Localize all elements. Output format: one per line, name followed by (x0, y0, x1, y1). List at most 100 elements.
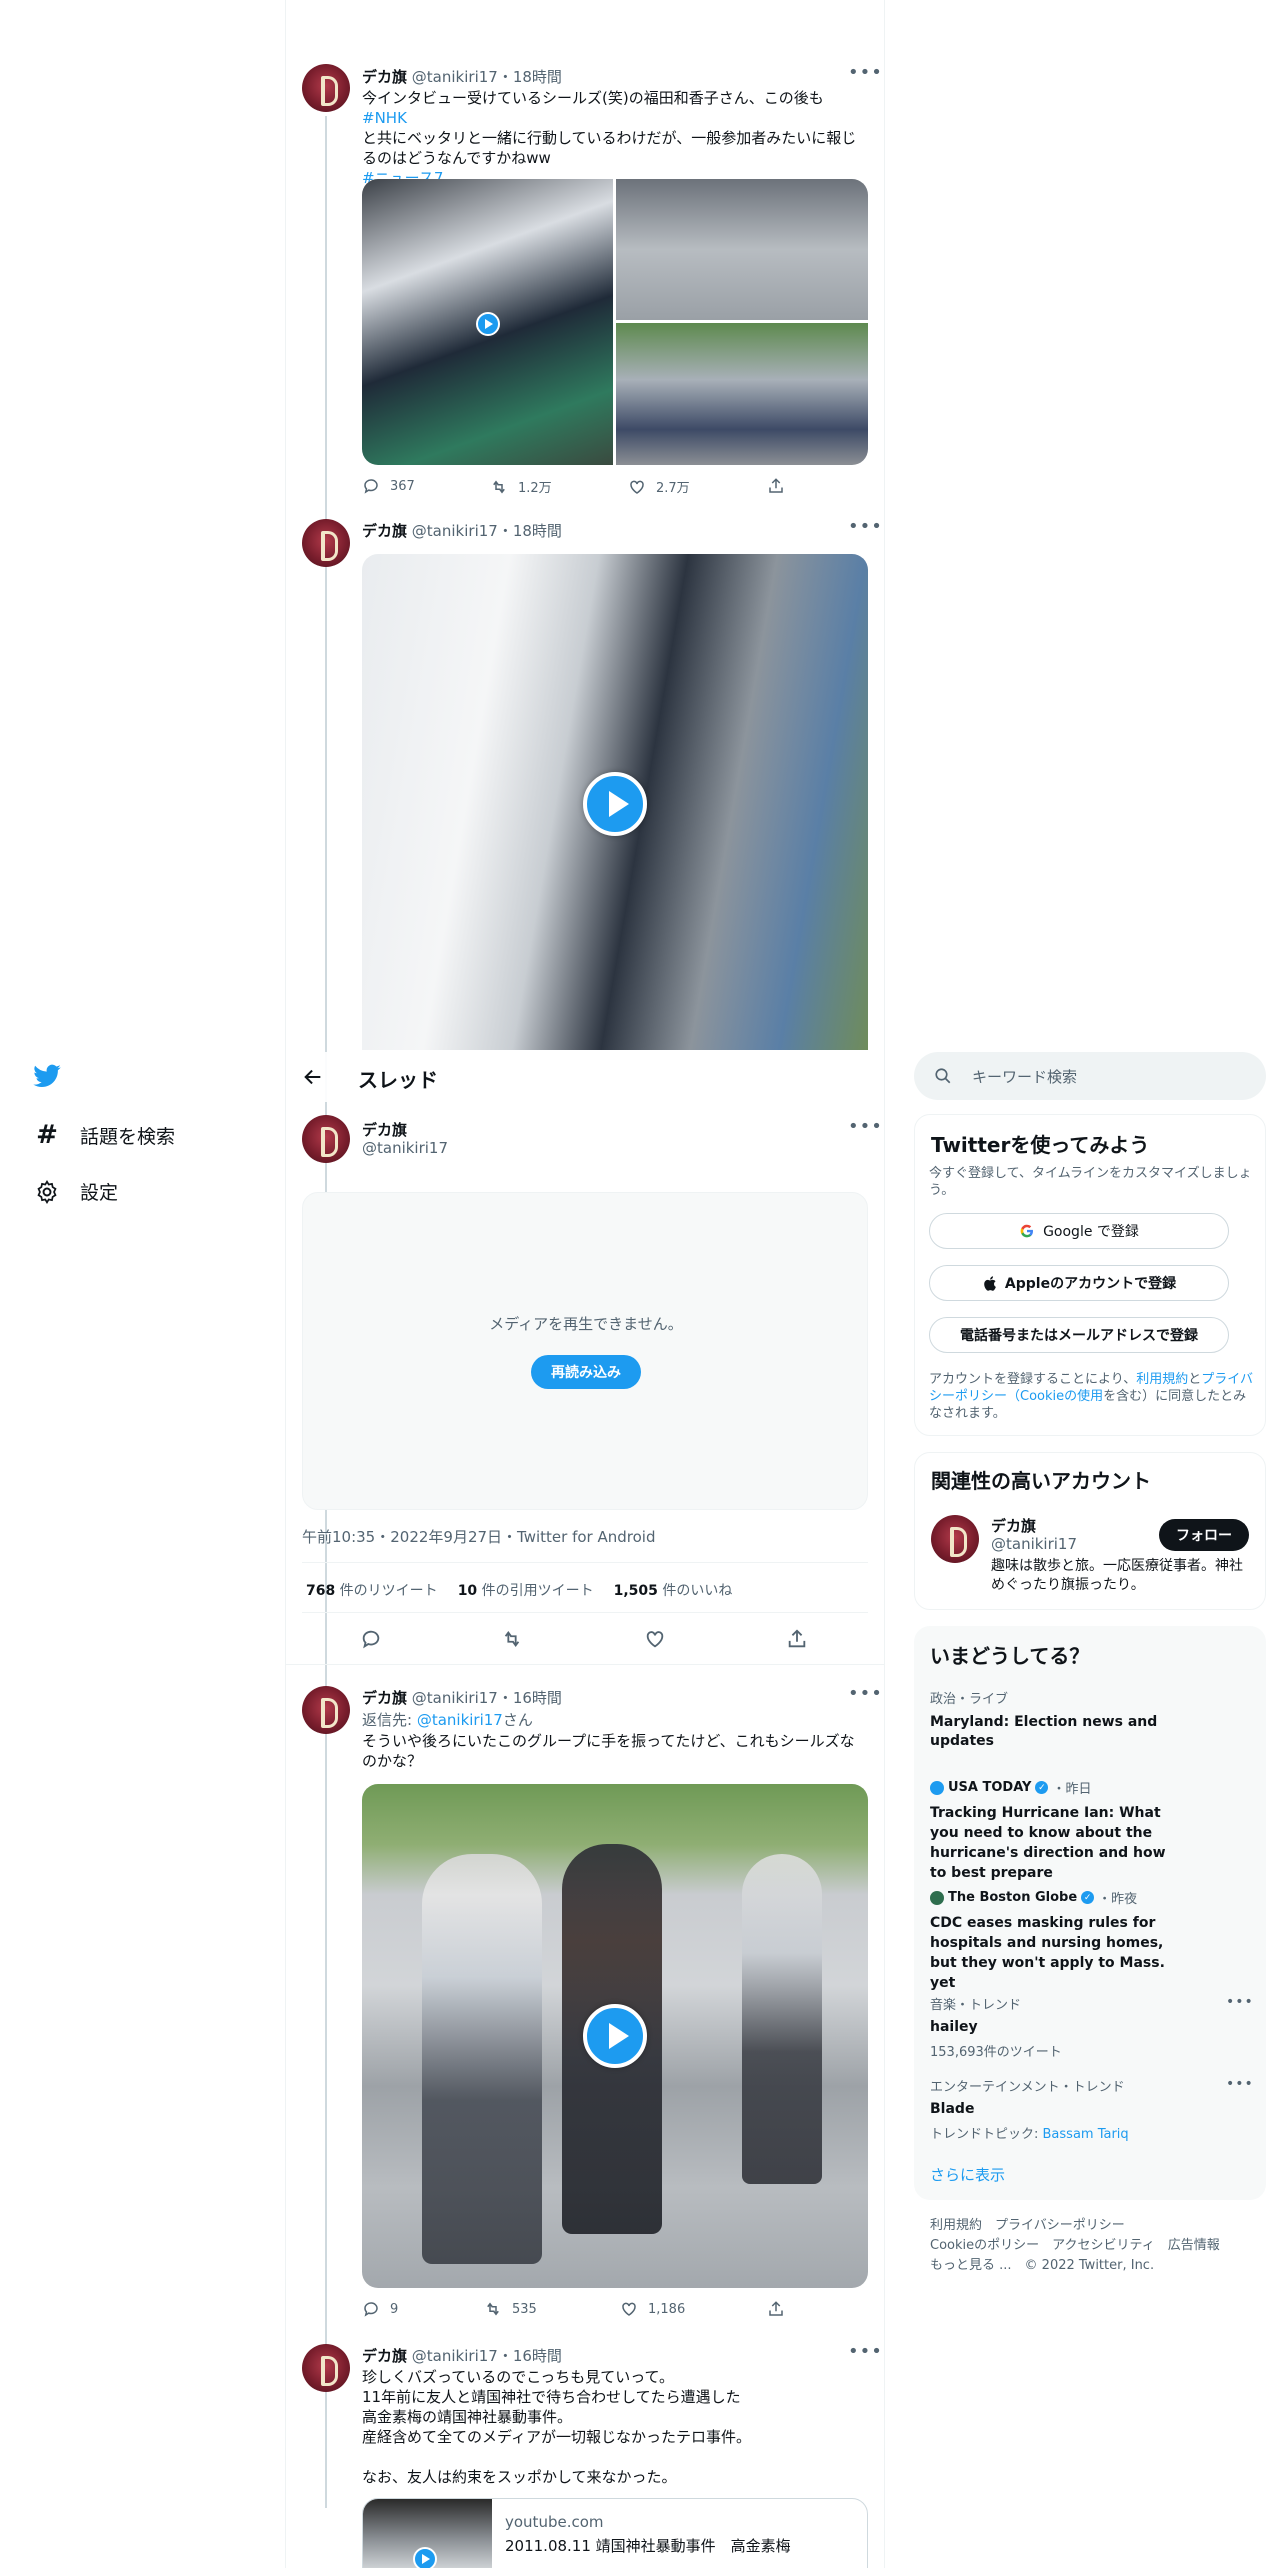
quote-stat[interactable]: 10 件の引用ツイート (458, 1580, 594, 1600)
reload-button[interactable]: 再読み込み (531, 1355, 641, 1389)
author-name[interactable]: デカ旗 (362, 1119, 407, 1140)
avatar[interactable] (302, 1115, 350, 1163)
back-arrow-icon[interactable] (302, 1066, 324, 1088)
more-icon[interactable]: ••• (848, 62, 883, 83)
nav-settings[interactable]: 設定 (34, 1178, 118, 1205)
author-handle[interactable]: @tanikiri17 (362, 1139, 448, 1157)
search-placeholder: キーワード検索 (972, 1068, 1078, 1086)
search-input[interactable]: キーワード検索 (914, 1052, 1266, 1100)
share-button[interactable] (767, 2300, 785, 2318)
tweet-text: 今インタビュー受けているシールズ(笑)の福田和香子さん、この後も #NHK と共… (362, 88, 870, 188)
author-handle[interactable]: @tanikiri17 (412, 1689, 498, 1707)
account-handle[interactable]: @tanikiri17 (991, 1535, 1077, 1553)
media-thumb-3[interactable] (616, 323, 868, 465)
author-name[interactable]: デカ旗 (362, 2347, 407, 2365)
tweet-header: デカ旗 @tanikiri17・16時間 (362, 1687, 562, 1708)
footer-link[interactable]: プライバシーポリシー (995, 2218, 1125, 2233)
phone-email-signup-button[interactable]: 電話番号またはメールアドレスで登録 (929, 1317, 1229, 1353)
terms-link[interactable]: 利用規約 (1136, 1372, 1188, 1387)
trend-item[interactable]: 音楽・トレンド hailey 153,693件のツイート (930, 1994, 1250, 2060)
nav-explore[interactable]: # 話題を検索 (34, 1120, 175, 1150)
footer-link[interactable]: Cookieのポリシー (930, 2238, 1039, 2253)
share-icon[interactable] (786, 1628, 808, 1650)
more-icon[interactable]: ••• (1226, 2076, 1254, 2092)
reply-button[interactable]: 367 (362, 477, 415, 495)
like-icon[interactable] (644, 1628, 666, 1650)
hashtag-icon: # (36, 1120, 58, 1150)
like-button[interactable]: 2.7万 (628, 477, 690, 496)
page-title: スレッド (358, 1068, 438, 1092)
trend-item[interactable]: エンターテインメント・トレンド Blade トレンドトピック: Bassam T… (930, 2076, 1250, 2142)
avatar[interactable] (302, 2344, 350, 2392)
author-handle[interactable]: @tanikiri17 (412, 2347, 498, 2365)
reply-icon[interactable] (360, 1628, 382, 1650)
avatar[interactable] (931, 1515, 979, 1563)
reply-button[interactable]: 9 (362, 2300, 398, 2318)
more-icon[interactable]: ••• (848, 516, 883, 537)
tweet-video[interactable] (362, 1784, 868, 2288)
account-name[interactable]: デカ旗 (991, 1515, 1036, 1536)
play-icon[interactable] (413, 2547, 437, 2568)
link-card-domain: youtube.com (505, 2513, 604, 2531)
search-icon (935, 1068, 951, 1084)
footer-link[interactable]: 利用規約 (930, 2218, 982, 2233)
tweet-video[interactable] (362, 554, 868, 1050)
trend-context: 音楽・トレンド (930, 1998, 1022, 2013)
avatar[interactable] (302, 1686, 350, 1734)
author-name[interactable]: デカ旗 (362, 1689, 407, 1707)
tweet-time[interactable]: ・18時間 (498, 522, 562, 540)
footer-link[interactable]: 広告情報 (1168, 2238, 1220, 2253)
footer-more-link[interactable]: もっと見る ... (930, 2258, 1012, 2273)
play-icon[interactable] (476, 312, 500, 336)
like-stat[interactable]: 1,505 件のいいね (614, 1580, 733, 1600)
more-icon[interactable]: ••• (848, 1683, 883, 1704)
relevant-title: 関連性の高いアカウント (931, 1469, 1151, 1493)
author-handle[interactable]: @tanikiri17 (412, 68, 498, 86)
avatar[interactable] (302, 519, 350, 567)
play-icon[interactable] (583, 772, 647, 836)
retweet-button[interactable]: 535 (484, 2300, 537, 2318)
avatar[interactable] (302, 64, 350, 112)
more-icon[interactable]: ••• (848, 1116, 883, 1137)
apple-signup-button[interactable]: Appleのアカウントで登録 (929, 1265, 1229, 1301)
show-more-link[interactable]: さらに表示 (930, 2164, 1005, 2185)
author-name[interactable]: デカ旗 (362, 522, 407, 540)
retweet-icon[interactable] (501, 1628, 523, 1650)
tweet-time[interactable]: ・16時間 (498, 2347, 562, 2365)
trend-source: The Boston Globe (948, 1890, 1078, 1905)
trend-topic-link[interactable]: Bassam Tariq (1043, 2127, 1129, 2142)
trend-item[interactable]: USA TODAY ✓ ・昨日 Tracking Hurricane Ian: … (930, 1778, 1250, 1883)
link-card-title: 2011.08.11 靖国神社暴動事件 高金素梅 (505, 2537, 791, 2555)
author-handle[interactable]: @tanikiri17 (412, 522, 498, 540)
google-signup-button[interactable]: Google で登録 (929, 1213, 1229, 1249)
reply-to-handle[interactable]: @tanikiri17 (417, 1711, 503, 1729)
twitter-bird-icon[interactable] (32, 1064, 62, 1090)
divider (302, 1562, 868, 1563)
retweet-stat[interactable]: 768 件のリツイート (306, 1580, 438, 1600)
share-button[interactable] (767, 477, 785, 495)
like-button[interactable]: 1,186 (620, 2300, 685, 2318)
more-icon[interactable]: ••• (848, 2341, 883, 2362)
link-card[interactable]: youtube.com 2011.08.11 靖国神社暴動事件 高金素梅 (362, 2498, 868, 2568)
footer-link[interactable]: アクセシビリティ (1052, 2238, 1155, 2253)
tweet-media-grid[interactable] (362, 179, 868, 465)
main-column-border-right (884, 0, 885, 2568)
tweet-time[interactable]: ・16時間 (498, 1689, 562, 1707)
signup-panel: Twitterを使ってみよう 今すぐ登録して、タイムラインをカスタマイズしましょ… (914, 1114, 1266, 1436)
share-icon (769, 478, 783, 493)
tweet-timestamp[interactable]: 午前10:35・2022年9月27日・Twitter for Android (302, 1526, 655, 1547)
divider (286, 1664, 884, 1665)
media-thumb-2[interactable] (616, 179, 868, 320)
retweet-button[interactable]: 1.2万 (490, 477, 552, 496)
more-icon[interactable]: ••• (1226, 1994, 1254, 2010)
verified-icon: ✓ (1081, 1891, 1095, 1904)
cookie-link[interactable]: （Cookieの使用 (1007, 1389, 1103, 1404)
tweet-time[interactable]: ・18時間 (498, 68, 562, 86)
hashtag-nhk-link[interactable]: #NHK (362, 109, 407, 127)
author-name[interactable]: デカ旗 (362, 68, 407, 86)
trend-item[interactable]: The Boston Globe ✓ ・昨夜 CDC eases masking… (930, 1888, 1250, 1993)
follow-button[interactable]: フォロー (1159, 1519, 1249, 1551)
trend-item[interactable]: 政治・ライブ Maryland: Election news and updat… (930, 1688, 1250, 1751)
play-icon[interactable] (583, 2004, 647, 2068)
google-icon (1020, 1224, 1034, 1238)
